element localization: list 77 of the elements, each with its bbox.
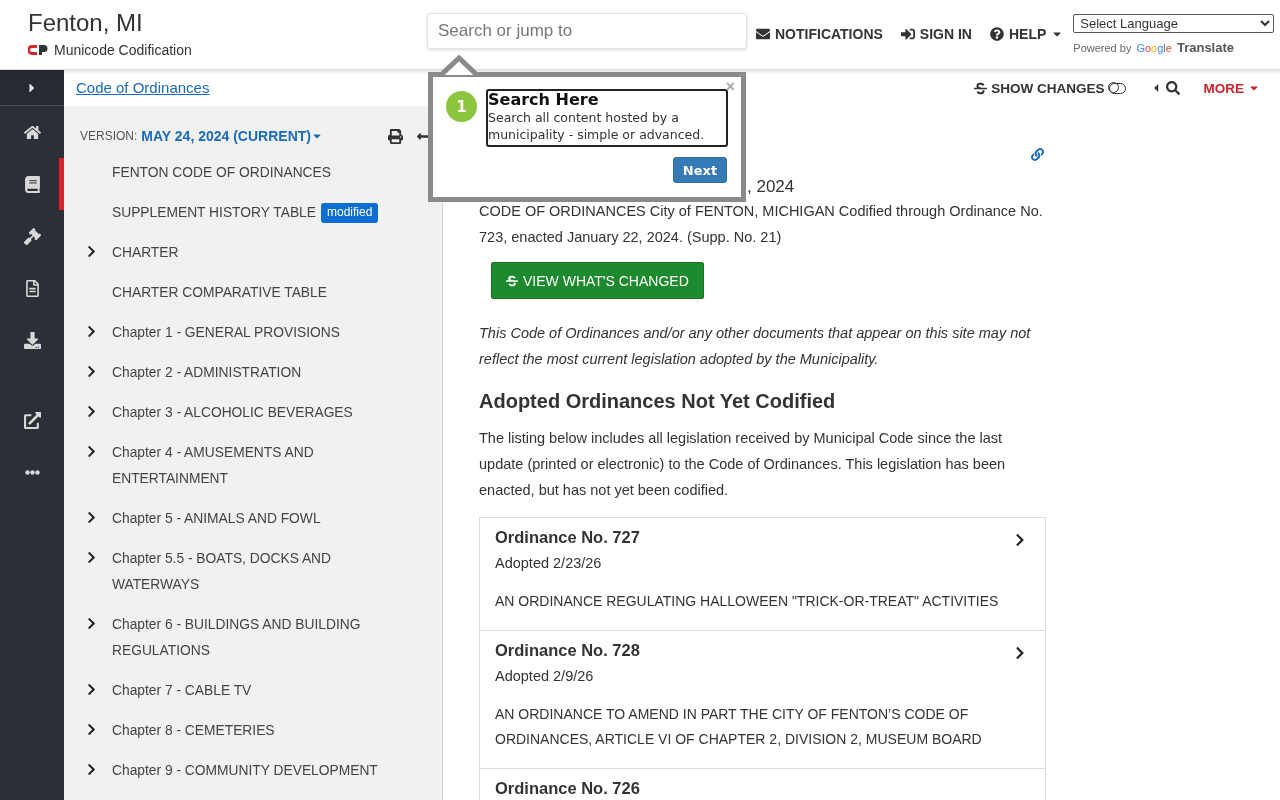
sign-in-icon [900, 27, 915, 41]
gavel-icon [23, 227, 41, 245]
toc-item[interactable]: Chapter 7 - CABLE TV [112, 678, 252, 704]
chevron-icon[interactable] [85, 325, 98, 338]
tip-title: Search Here [488, 91, 600, 109]
toc-item[interactable]: Chapter 8 - CEMETERIES [112, 718, 275, 744]
search-icon [1165, 81, 1180, 95]
brand-name: Municode Codification [54, 42, 192, 58]
view-changes-button[interactable]: VIEW WHAT'S CHANGED [491, 262, 704, 299]
powered-by-text: Powered by [1073, 41, 1132, 54]
adopted-date: Adopted 2/9/26 [495, 668, 595, 684]
intro-text: CODE OF ORDINANCES City of FENTON, MICHIGAN Codified through Ordinance No. 723, enacted January 22, 2024. (Supp. No. 21) [479, 202, 1044, 247]
toc-item[interactable]: Chapter 2 - ADMINISTRATION [112, 360, 302, 386]
version-dropdown[interactable]: MAY 24, 2024 (CURRENT) [141, 128, 323, 144]
city-title: Fenton, MI [28, 9, 144, 37]
link-icon[interactable] [1031, 148, 1044, 161]
toc-item[interactable]: Chapter 5.5 - BOATS, DOCKS AND WATERWAYS [112, 546, 402, 598]
chevron-icon[interactable] [85, 245, 98, 258]
breadcrumb-link[interactable]: Code of Ordinances [76, 79, 210, 96]
toc-item[interactable]: CHARTER COMPARATIVE TABLE [112, 280, 327, 306]
google-logo: Google [1136, 41, 1172, 54]
toc-item[interactable]: Chapter 4 - AMUSEMENTS AND ENTERTAINMENT [112, 440, 402, 492]
strikethrough-icon [974, 81, 988, 95]
chevron-icon[interactable] [85, 763, 98, 776]
book-icon [23, 175, 41, 193]
language-select[interactable]: Select Language [1073, 14, 1275, 33]
help-icon [989, 27, 1004, 41]
download-icon [23, 331, 41, 349]
step-number: 1 [446, 91, 477, 122]
ellipsis-icon [24, 469, 40, 475]
toc-item[interactable]: FENTON CODE OF ORDINANCES [112, 160, 331, 186]
section-heading: Adopted Ordinances Not Yet Codified [479, 389, 837, 413]
toc-item[interactable]: Chapter 6 - BUILDINGS AND BUILDING REGULATIONS [112, 612, 402, 664]
ordinance-title[interactable]: Ordinance No. 727 [495, 527, 1030, 547]
tip-text: Search all content hosted by a municipality - simple or advanced. [488, 109, 706, 143]
ordinance-description: AN ORDINANCE TO AMEND IN PART THE CITY OF FENTON’S CODE OF ORDINANCES, ARTICLE VI OF CHAPTER 2, DIVISION 2, MUSEUM BOARD [495, 705, 983, 749]
chevron-icon[interactable] [85, 511, 98, 524]
toc-item[interactable]: Chapter 3 - ALCOHOLIC BEVERAGES [112, 400, 353, 426]
external-link-icon [23, 411, 41, 429]
translate-text: Translate [1176, 40, 1234, 55]
modified-tag: modified [320, 203, 379, 223]
document-icon [23, 279, 41, 297]
version-label: VERSION: [80, 129, 138, 143]
next-button[interactable]: Next [673, 157, 727, 183]
chevron-icon[interactable] [85, 617, 98, 630]
ordinance-title[interactable]: Ordinance No. 726 [495, 778, 1030, 798]
more-menu[interactable]: MORE [1203, 80, 1260, 96]
envelope-icon [756, 27, 770, 41]
print-icon[interactable] [388, 128, 403, 144]
toc-item[interactable]: Chapter 1 - GENERAL PROVISIONS [112, 320, 340, 346]
ordinance-title[interactable]: Ordinance No. 728 [495, 640, 1030, 660]
adopted-date: Adopted 2/23/26 [495, 555, 603, 571]
chevron-icon[interactable] [85, 405, 98, 418]
chevron-icon[interactable] [85, 723, 98, 736]
toc-item[interactable]: CHARTER [112, 240, 179, 266]
disclaimer-text: This Code of Ordinances and/or any other documents that appear on this site may not reflect the most current legislation adopted by the Municipality. [479, 324, 1032, 369]
updated-text: , 2024 [747, 176, 796, 198]
toc-item[interactable]: Chapter 5 - ANIMALS AND FOWL [112, 506, 321, 532]
home-icon [23, 123, 41, 141]
ordinance-card[interactable]: Ordinance No. 728 Adopted 2/9/26 AN ORDINANCE TO AMEND IN PART THE CITY OF FENTON’S CODE OF ORDINANCES, ARTICLE VI OF CHAPTER 2, DIVISION 2, MUSEUM BOARD [480, 631, 1045, 769]
ordinance-card[interactable]: Ordinance No. 727 Adopted 2/23/26 AN ORDINANCE REGULATING HALLOWEEN "TRICK-OR-TREAT" ACTIVITIES [480, 518, 1045, 631]
search-field[interactable]: Search or jump to [427, 13, 747, 49]
strikethrough-icon [506, 274, 518, 287]
show-changes-toggle[interactable]: SHOW CHANGES [974, 80, 1126, 96]
section-text: The listing below includes all legislation received by Municipal Code since the last update (printed or electronic) to the Code of Ordinances. This legislation has been enacted, but has not yet been codified. [479, 429, 1007, 500]
chevron-icon[interactable] [85, 445, 98, 458]
toc-item[interactable]: SUPPLEMENT HISTORY TABLE [112, 200, 316, 226]
logo-icon [28, 44, 48, 56]
ordinance-card[interactable]: Ordinance No. 726 [480, 769, 1045, 800]
toc-item[interactable]: Chapter 9 - COMMUNITY DEVELOPMENT [112, 758, 378, 784]
chevron-icon[interactable] [85, 551, 98, 564]
nav-link[interactable]: NOTIFICATIONS [756, 26, 883, 42]
chevron-icon[interactable] [85, 683, 98, 696]
nav-link[interactable]: SIGN IN [900, 26, 972, 42]
nav-link[interactable]: HELP [989, 26, 1064, 42]
chevron-icon[interactable] [85, 365, 98, 378]
ordinance-description: AN ORDINANCE REGULATING HALLOWEEN "TRICK-OR-TREAT" ACTIVITIES [495, 592, 1000, 611]
